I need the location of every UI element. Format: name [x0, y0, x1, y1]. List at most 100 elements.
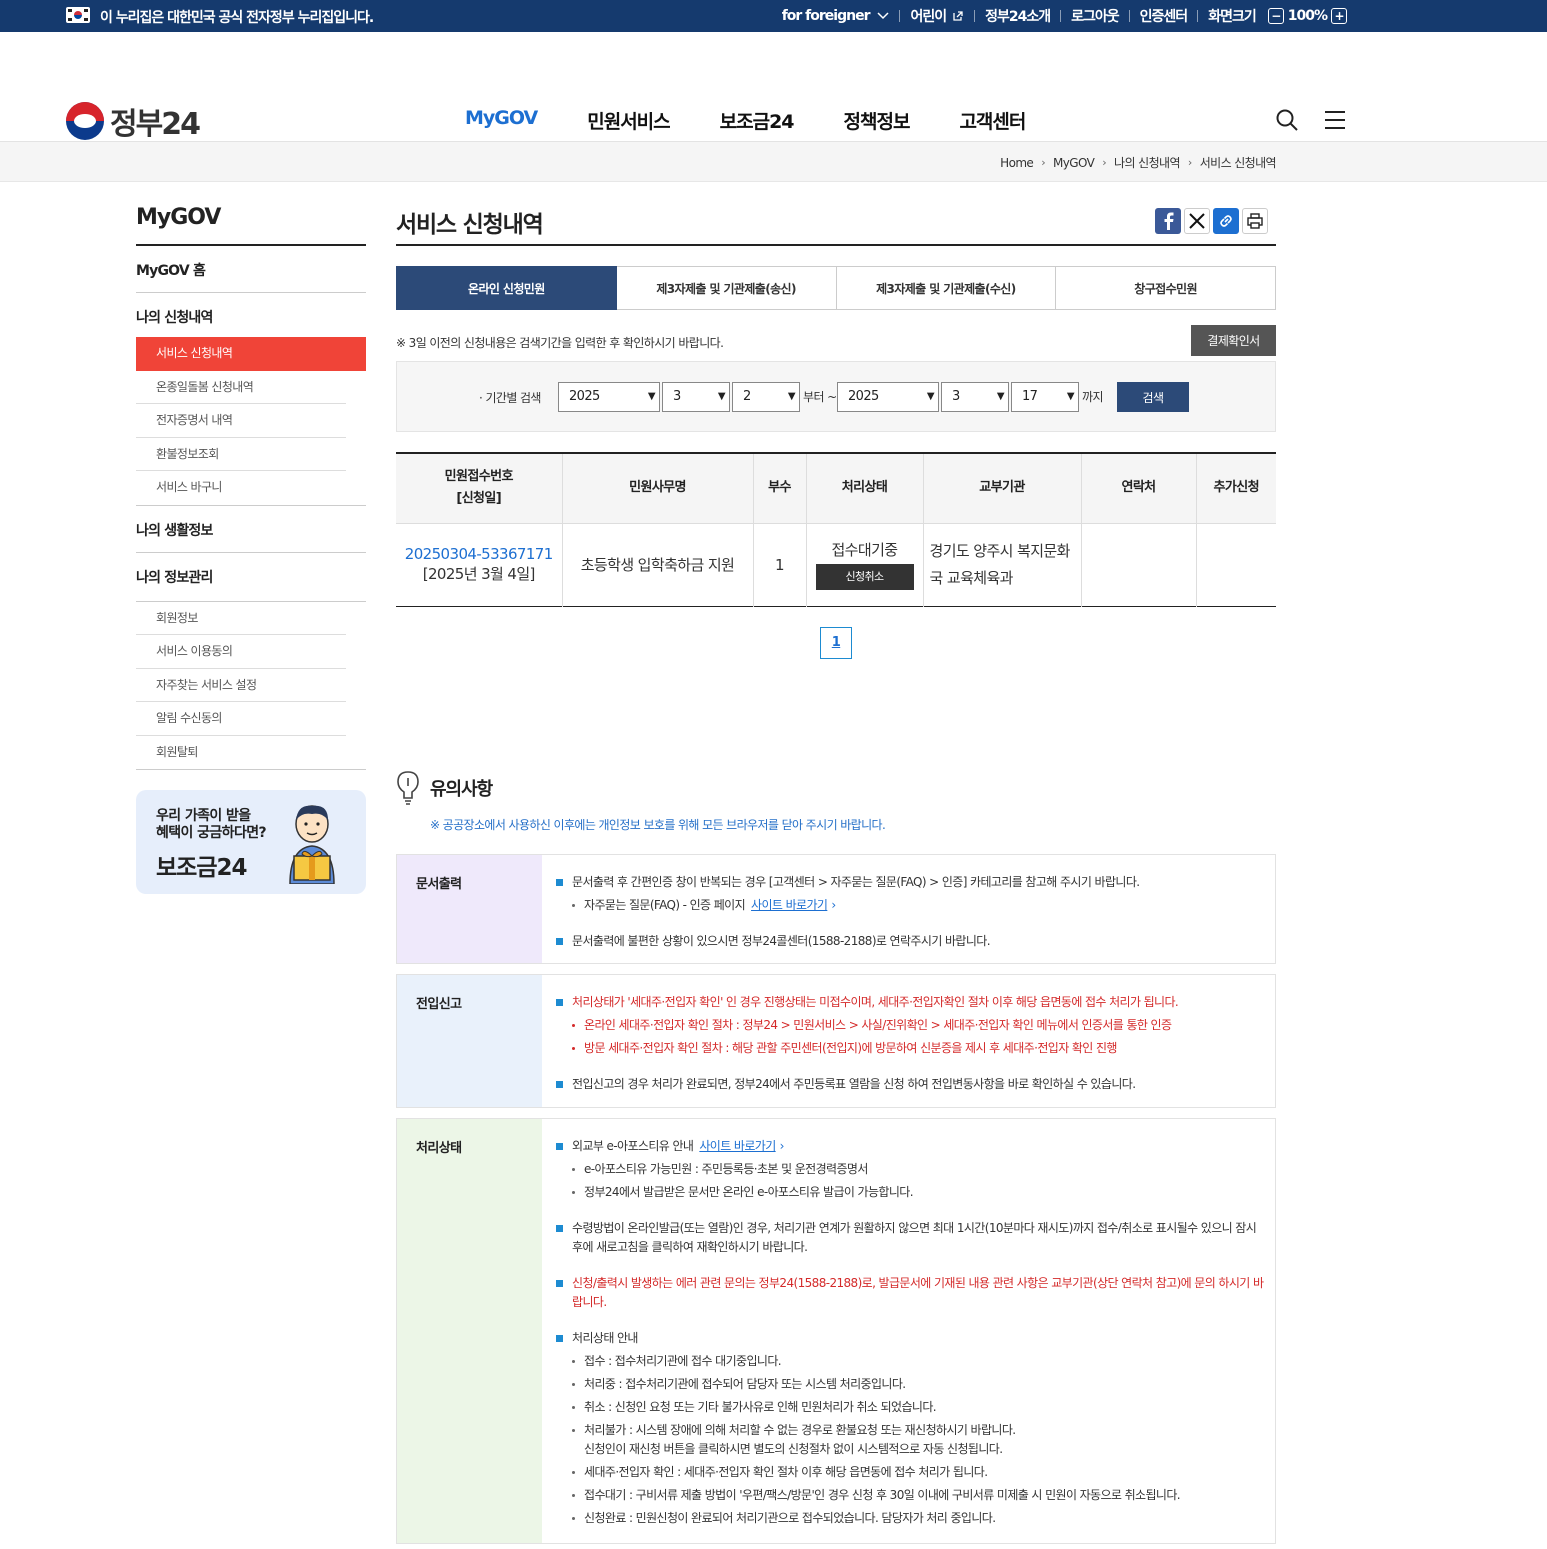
page-title: 서비스 신청내역 — [396, 212, 544, 238]
receipt-number-link[interactable]: 20250304-53367171 — [396, 545, 562, 563]
notice-subitem: 정부24에서 발급받은 문서만 온라인 e-아포스티유 발급이 가능합니다. — [556, 1183, 1265, 1202]
notice-privacy-text: ※ 공공장소에서 사용하신 이후에는 개인정보 보호를 위해 모든 브라우저를 … — [430, 818, 886, 832]
zoom-in-button[interactable]: + — [1331, 8, 1347, 24]
chevron-down-icon: ▼ — [926, 391, 935, 402]
side-nav-member-info[interactable]: 회원정보 — [136, 602, 346, 635]
from-day-select[interactable]: 2 ▼ — [732, 382, 800, 412]
from-month-select[interactable]: 3 ▼ — [662, 382, 730, 412]
period-search-label: · 기간별 검색 — [479, 391, 541, 405]
breadcrumb-bar: Home › MyGOV › 나의 신청내역 › 서비스 신청내역 — [0, 142, 1547, 182]
cell-copies: 1 — [753, 523, 807, 606]
tab-counter-applications[interactable]: 창구접수민원 — [1056, 266, 1276, 310]
side-nav-notification-consent[interactable]: 알림 수신동의 — [136, 702, 346, 736]
logout-link[interactable]: 로그아웃 — [1071, 6, 1120, 26]
to-year-select[interactable]: 2025 ▼ — [837, 382, 939, 412]
notice-item: 신청/출력시 발생하는 에러 관련 문의는 정부24(1588-2188)로, … — [556, 1274, 1265, 1312]
search-button[interactable]: 검색 — [1117, 382, 1189, 412]
side-nav-mygov-home[interactable]: MyGOV 홈 — [136, 246, 366, 293]
nav-subsidy24[interactable]: 보조금24 — [720, 107, 795, 134]
search-icon[interactable] — [1275, 108, 1299, 132]
tab-third-party-received[interactable]: 제3자제출 및 기관제출(수신) — [836, 266, 1057, 310]
col-service-name: 민원사무명 — [562, 453, 754, 524]
cell-status: 접수대기중 신청취소 — [806, 523, 924, 606]
chevron-down-icon — [877, 12, 890, 20]
print-icon — [1247, 213, 1263, 229]
table-row: 20250304-53367171 [2025년 3월 4일] 초등학생 입학축… — [396, 523, 1276, 606]
person-with-gift-icon — [289, 805, 335, 884]
side-nav-service-consent[interactable]: 서비스 이용동의 — [136, 635, 346, 669]
nav-policy-info[interactable]: 정책정보 — [844, 107, 911, 134]
side-nav-info-management[interactable]: 나의 정보관리 — [136, 553, 366, 602]
notice-box-process-status: 처리상태 외교부 e-아포스티유 안내 사이트 바로가기 › e-아포스티유 가능민… — [396, 1118, 1276, 1544]
side-nav-allday-care[interactable]: 온종일돌봄 신청내역 — [136, 371, 346, 404]
table-header-row: 민원접수번호 [신청일] 민원사무명 부수 처리상태 교부기관 연락처 추가신청 — [396, 453, 1276, 524]
subsidy24-banner[interactable]: 우리 가족이 받을 혜택이 궁금하다면? 보조금24 — [136, 790, 366, 894]
x-share-button[interactable] — [1184, 208, 1210, 234]
share-tools — [1155, 208, 1268, 234]
side-nav-my-applications[interactable]: 나의 신청내역 — [136, 293, 366, 337]
notice-box-document-print: 문서출력 문서출력 후 간편인증 창이 반복되는 경우 [고객센터 > 자주묻는… — [396, 854, 1276, 964]
notice-subitem: 세대주·전입자 확인 : 세대주·전입자 확인 절차 이후 해당 읍면동에 접수… — [556, 1463, 1265, 1482]
breadcrumb-my-applications[interactable]: 나의 신청내역 — [1114, 154, 1180, 171]
korea-flag-icon — [66, 7, 90, 23]
side-nav-withdraw[interactable]: 회원탈퇴 — [136, 736, 346, 770]
emblem-icon — [66, 102, 104, 140]
nav-customer-center[interactable]: 고객센터 — [959, 107, 1026, 134]
copy-link-button[interactable] — [1213, 208, 1239, 234]
menu-icon[interactable] — [1323, 108, 1347, 132]
cell-contact — [1081, 523, 1197, 606]
application-tabs: 온라인 신청민원 제3자제출 및 기관제출(송신) 제3자제출 및 기관제출(수… — [396, 266, 1276, 310]
zoom-out-button[interactable]: − — [1267, 8, 1284, 24]
chevron-down-icon: ▼ — [996, 391, 1005, 402]
cert-center-link[interactable]: 인증센터 — [1140, 6, 1189, 26]
gov24-logo[interactable]: 정부24 — [66, 99, 201, 143]
from-year-select[interactable]: 2025 ▼ — [558, 382, 660, 412]
gov-official-bar: 이 누리집은 대한민국 공식 전자정부 누리집입니다. for foreigne… — [0, 0, 1547, 32]
notice-subitem: e-아포스티유 가능민원 : 주민등록등·초본 및 운전경력증명서 — [556, 1160, 1265, 1179]
notice-subitem: 접수 : 접수처리기관에 접수 대기중입니다. — [556, 1352, 1265, 1371]
faq-site-link[interactable]: 사이트 바로가기 — [751, 898, 828, 912]
apostille-site-link[interactable]: 사이트 바로가기 — [699, 1139, 776, 1153]
cell-receipt-number: 20250304-53367171 [2025년 3월 4일] — [396, 523, 563, 606]
official-notice[interactable]: 이 누리집은 대한민국 공식 전자정부 누리집입니다. — [100, 7, 374, 27]
breadcrumb: Home › MyGOV › 나의 신청내역 › 서비스 신청내역 — [1000, 154, 1276, 171]
cancel-application-button[interactable]: 신청취소 — [815, 564, 914, 590]
to-day-select[interactable]: 17 ▼ — [1011, 382, 1079, 412]
notice-header: 유의사항 — [396, 770, 493, 806]
chevron-right-icon: › — [1102, 156, 1107, 169]
side-nav-service-applications[interactable]: 서비스 신청내역 — [136, 337, 366, 371]
about-gov24-link[interactable]: 정부24소개 — [985, 6, 1051, 26]
side-nav-info-submenu: 회원정보 서비스 이용동의 자주찾는 서비스 설정 알림 수신동의 회원탈퇴 — [136, 602, 366, 770]
notice-subitem: 처리중 : 접수처리기관에 접수되어 담당자 또는 시스템 처리중입니다. — [556, 1375, 1265, 1394]
side-nav-applications-submenu: 서비스 신청내역 온종일돌봄 신청내역 전자증명서 내역 환불정보조회 서비스 … — [136, 337, 366, 506]
notice-subitem: 처리불가 : 시스템 장애에 의해 처리할 수 없는 경우로 환불요청 또는 재… — [556, 1421, 1265, 1459]
col-contact: 연락처 — [1081, 453, 1197, 524]
side-nav-service-basket[interactable]: 서비스 바구니 — [136, 471, 346, 505]
tab-online-applications[interactable]: 온라인 신청민원 — [396, 266, 617, 310]
nav-civil-service[interactable]: 민원서비스 — [587, 107, 670, 134]
side-nav-favorite-services[interactable]: 자주찾는 서비스 설정 — [136, 669, 346, 702]
side-nav-refund-info[interactable]: 환불정보조회 — [136, 438, 346, 471]
breadcrumb-home[interactable]: Home — [1000, 156, 1034, 170]
notice-item: 처리상태가 '세대주·전입자 확인' 인 경우 진행상태는 미접수이며, 세대주… — [556, 993, 1265, 1012]
breadcrumb-mygov[interactable]: MyGOV — [1053, 156, 1095, 170]
tab-third-party-sent[interactable]: 제3자제출 및 기관제출(송신) — [616, 266, 837, 310]
nav-mygov[interactable]: MyGOV — [465, 107, 538, 134]
for-foreigner-menu[interactable]: for foreigner — [782, 8, 890, 24]
notice-item: 처리상태 안내 — [556, 1329, 1265, 1348]
facebook-share-button[interactable] — [1155, 208, 1181, 234]
to-month-select[interactable]: 3 ▼ — [941, 382, 1009, 412]
banner-text: 우리 가족이 받을 혜택이 궁금하다면? — [156, 808, 267, 841]
side-nav-life-info[interactable]: 나의 생활정보 — [136, 506, 366, 553]
side-nav-e-certificates[interactable]: 전자증명서 내역 — [136, 404, 346, 438]
payment-receipt-button[interactable]: 결제확인서 — [1191, 325, 1276, 356]
notice-subitem: 접수대기 : 구비서류 제출 방법이 '우편/팩스/방문'인 경우 신청 후 3… — [556, 1486, 1265, 1505]
side-nav: MyGOV MyGOV 홈 나의 신청내역 서비스 신청내역 온종일돌봄 신청내… — [136, 205, 366, 894]
col-agency: 교부기관 — [923, 453, 1082, 524]
kids-link[interactable]: 어린이 — [910, 6, 964, 26]
site-header: 정부24 MyGOV 민원서비스 보조금24 정책정보 고객센터 — [0, 32, 1547, 142]
chevron-down-icon: ▼ — [1066, 391, 1075, 402]
page-1-button[interactable]: 1 — [820, 626, 852, 659]
print-button[interactable] — [1242, 208, 1268, 234]
cell-service-name: 초등학생 입학축하금 지원 — [562, 523, 754, 606]
